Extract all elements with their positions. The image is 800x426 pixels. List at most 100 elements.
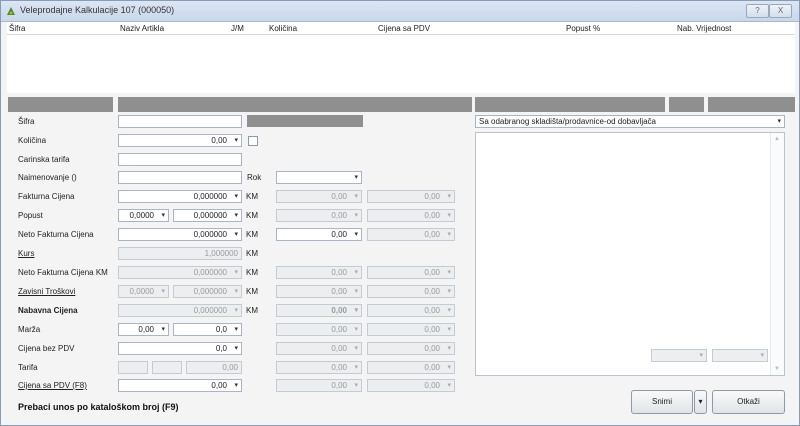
cijena-sa-value: 0,00 <box>211 381 227 390</box>
col3-value: 0,00 <box>424 192 440 201</box>
label-popust: Popust <box>18 211 43 220</box>
chevron-down-icon: ▾ <box>234 269 238 276</box>
items-grid-header: Šifra Naziv Artikla J/M Količina Cijena … <box>7 22 795 35</box>
cijena-bez-value: 0,0 <box>215 344 227 353</box>
header-band <box>118 97 472 112</box>
label-cijena-sa-pdv-link[interactable]: Cijena sa PDV (F8) <box>18 381 87 390</box>
close-button[interactable]: X <box>769 4 792 18</box>
label-rok: Rok <box>247 173 262 182</box>
currency-label: KM <box>246 287 258 296</box>
chevron-down-icon: ▾ <box>354 212 358 219</box>
label-sifra: Šifra <box>18 117 35 126</box>
col2-value: 0,00 <box>331 325 347 334</box>
prebaci-unos-link[interactable]: Prebaci unos po kataloškom broj (F9) <box>18 402 179 412</box>
popust-value: 0,000000 <box>193 211 227 220</box>
items-grid-body[interactable] <box>7 35 795 93</box>
col3-field: 0,00 ▾ <box>367 379 455 392</box>
notes-scrollbar[interactable]: ▲ ▼ <box>770 133 784 375</box>
column-header[interactable]: Šifra <box>9 24 25 33</box>
kolicina-field[interactable]: 0,00 ▾ <box>118 134 242 147</box>
col2-field: 0,00 ▾ <box>276 209 362 222</box>
chevron-down-icon: ▾ <box>447 212 451 219</box>
chevron-down-icon: ▾ <box>234 288 238 295</box>
col2-field: 0,00 ▾ <box>276 361 362 374</box>
naimenovanje-input[interactable] <box>118 171 242 184</box>
col3-field: 0,00 ▾ <box>367 342 455 355</box>
column-header[interactable]: Količina <box>269 24 297 33</box>
neto-value: 0,000000 <box>193 230 227 239</box>
col3-value: 0,00 <box>424 287 440 296</box>
col2-value: 0,00 <box>331 192 347 201</box>
popust-percent-field[interactable]: 0,0000 ▾ <box>118 209 169 222</box>
fakturna-cijena-field[interactable]: 0,000000 ▾ <box>118 190 242 203</box>
column-header[interactable]: Popust % <box>566 24 600 33</box>
column-header[interactable]: Naziv Artikla <box>120 24 164 33</box>
notes-panel[interactable]: ▲ ▼ ▾ ▾ <box>475 132 785 376</box>
col3-value: 0,00 <box>424 211 440 220</box>
col3-field: 0,00 ▾ <box>367 190 455 203</box>
carinska-tarifa-input[interactable] <box>118 153 242 166</box>
snimi-dropdown-button[interactable]: ▾ <box>694 390 707 414</box>
chevron-down-icon: ▾ <box>234 137 238 144</box>
col2-value: 0,00 <box>331 268 347 277</box>
source-select-value: Sa odabranog skladišta/prodavnice-od dob… <box>479 117 657 126</box>
col3-field: 0,00 ▾ <box>367 361 455 374</box>
chevron-down-icon: ▾ <box>354 174 358 181</box>
col2-field: 0,00 ▾ <box>276 379 362 392</box>
help-button[interactable]: ? <box>746 4 769 18</box>
col3-value: 0,00 <box>424 381 440 390</box>
col2-field: 0,00 ▾ <box>276 323 362 336</box>
chevron-down-icon: ▾ <box>447 288 451 295</box>
cijena-bez-pdv-field[interactable]: 0,0 ▾ <box>118 342 242 355</box>
marza-value-field[interactable]: 0,0 ▾ <box>173 323 242 336</box>
chevron-down-icon: ▾ <box>447 231 451 238</box>
currency-label: KM <box>246 268 258 277</box>
currency-label: KM <box>246 192 258 201</box>
col3-value: 0,00 <box>424 306 440 315</box>
header-band <box>475 97 665 112</box>
column-header[interactable]: Nab. Vrijednost <box>677 24 731 33</box>
panel-select-1: ▾ <box>651 349 707 362</box>
column-header[interactable]: J/M <box>231 24 244 33</box>
scroll-up-icon[interactable]: ▲ <box>774 136 780 142</box>
snimi-button[interactable]: Snimi <box>631 390 693 414</box>
currency-label: KM <box>246 211 258 220</box>
label-kurs-link[interactable]: Kurs <box>18 249 34 258</box>
tarifa-name-field <box>152 361 182 374</box>
column-header[interactable]: Cijena sa PDV <box>378 24 430 33</box>
header-band <box>669 97 704 112</box>
col3-value: 0,00 <box>424 363 440 372</box>
kurs-field: 1,000000 <box>118 247 242 260</box>
col3-field: 0,00 ▾ <box>367 323 455 336</box>
source-select[interactable]: Sa odabranog skladišta/prodavnice-od dob… <box>475 115 785 128</box>
chevron-down-icon: ▾ <box>354 364 358 371</box>
label-zavisni-troskovi-link[interactable]: Zavisni Troškovi <box>18 287 75 296</box>
chevron-down-icon: ▾ <box>234 212 238 219</box>
calculation-window: Veleprodajne Kalkulacije 107 (000050) ? … <box>0 0 800 426</box>
col3-value: 0,00 <box>424 268 440 277</box>
col2-neto-field[interactable]: 0,00 ▾ <box>276 228 362 241</box>
chevron-down-icon: ▾ <box>354 231 358 238</box>
neto-km-field: 0,000000 ▾ <box>118 266 242 279</box>
col3-field: 0,00 ▾ <box>367 228 455 241</box>
chevron-down-icon: ▾ <box>234 231 238 238</box>
zavisni-percent-field: 0,0000 ▾ <box>118 285 169 298</box>
rok-select[interactable]: ▾ <box>276 171 362 184</box>
col2-field: 0,00 ▾ <box>276 342 362 355</box>
fakturna-value: 0,000000 <box>193 192 227 201</box>
kolicina-checkbox[interactable] <box>248 136 258 146</box>
article-name-display <box>247 115 363 127</box>
chevron-down-icon: ▾ <box>760 352 764 359</box>
label-tarifa: Tarifa <box>18 363 38 372</box>
chevron-down-icon: ▾ <box>161 326 165 333</box>
marza-percent-field[interactable]: 0,00 ▾ <box>118 323 169 336</box>
popust-value-field[interactable]: 0,000000 ▾ <box>173 209 242 222</box>
tarifa-value: 0,00 <box>222 363 238 372</box>
scroll-down-icon[interactable]: ▼ <box>774 366 780 372</box>
cijena-sa-pdv-field[interactable]: 0,00 ▾ <box>118 379 242 392</box>
neto-fakturna-field[interactable]: 0,000000 ▾ <box>118 228 242 241</box>
sifra-input[interactable] <box>118 115 242 128</box>
marza-percent-value: 0,00 <box>138 325 154 334</box>
chevron-down-icon: ▾ <box>699 352 703 359</box>
otkazi-button[interactable]: Otkaži <box>712 390 785 414</box>
